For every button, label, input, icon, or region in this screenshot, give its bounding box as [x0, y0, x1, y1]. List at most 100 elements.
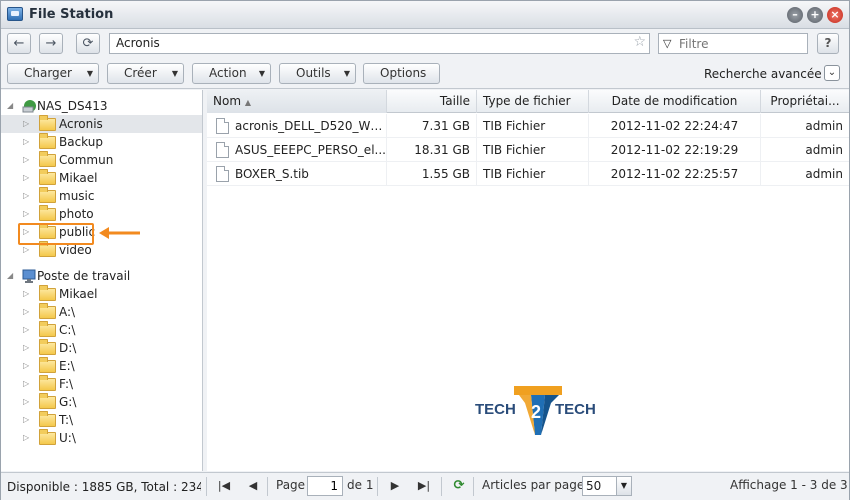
tree-drive-c[interactable]: ▷ C:\	[23, 321, 193, 339]
column-header-size[interactable]: Taille	[387, 90, 477, 113]
folder-icon	[39, 303, 56, 319]
expand-triangle-icon[interactable]: ▷	[23, 375, 33, 393]
path-text: Acronis	[116, 36, 160, 50]
tree-folder-label: G:\	[59, 395, 77, 409]
toolbar: Charger ▼ Créer ▼ Action ▼ Outils ▼ Opti…	[1, 59, 849, 89]
advanced-search-link[interactable]: Recherche avancée	[704, 67, 822, 81]
folder-icon	[39, 393, 56, 409]
expand-triangle-icon[interactable]: ▷	[23, 285, 33, 303]
expand-triangle-icon[interactable]: ▷	[23, 357, 33, 375]
folder-icon	[39, 411, 56, 427]
refresh-button[interactable]: ⟳	[76, 33, 100, 54]
expand-triangle-icon[interactable]: ▷	[23, 115, 33, 133]
collapse-triangle-icon[interactable]: ◢	[7, 267, 17, 285]
previous-page-icon[interactable]: ◀	[244, 477, 262, 495]
tree-folder-label: T:\	[59, 413, 74, 427]
chevron-down-icon: ▼	[86, 69, 93, 78]
last-page-icon[interactable]: ▶|	[415, 477, 433, 495]
tree-root-workstation[interactable]: ◢ Poste de travail	[7, 267, 197, 285]
window-title: File Station	[29, 7, 114, 22]
table-row[interactable]: ASUS_EEEPC_PERSO_el... 18.31 GB TIB Fichie…	[207, 138, 849, 162]
tree-folder-photo[interactable]: ▷ photo	[23, 205, 193, 223]
minimize-button[interactable]: –	[787, 7, 803, 23]
cell-type: TIB Fichier	[477, 114, 589, 138]
tree-folder-label: E:\	[59, 359, 75, 373]
tree-drive-e[interactable]: ▷ E:\	[23, 357, 193, 375]
file-station-app-icon	[7, 7, 23, 21]
tools-button[interactable]: Outils ▼	[279, 63, 356, 84]
action-button[interactable]: Action ▼	[192, 63, 271, 84]
first-page-icon[interactable]: |◀	[215, 477, 233, 495]
file-icon	[216, 166, 229, 182]
back-button[interactable]: ←	[7, 33, 31, 54]
create-button[interactable]: Créer ▼	[107, 63, 184, 84]
status-divider	[441, 477, 442, 496]
tree-folder-backup[interactable]: ▷ Backup	[23, 133, 193, 151]
expand-triangle-icon[interactable]: ▷	[23, 133, 33, 151]
folder-icon	[39, 429, 56, 445]
table-row[interactable]: acronis_DELL_D520_W7... 7.31 GB TIB Fichie…	[207, 114, 849, 138]
tree-folder-mikael[interactable]: ▷ Mikael	[23, 169, 193, 187]
expand-triangle-icon[interactable]: ▷	[23, 205, 33, 223]
tree-drive-u[interactable]: ▷ U:\	[23, 429, 193, 447]
cell-type: TIB Fichier	[477, 162, 589, 186]
folder-icon	[39, 339, 56, 355]
expand-triangle-icon[interactable]: ▷	[23, 339, 33, 357]
column-header-owner[interactable]: Propriétai...	[761, 90, 849, 113]
table-row[interactable]: BOXER_S.tib 1.55 GB TIB Fichier 2012-11-02 …	[207, 162, 849, 186]
tree-folder-music[interactable]: ▷ music	[23, 187, 193, 205]
folder-icon	[39, 151, 56, 167]
folder-tree: ◢ NAS_DS413 ▷ Acronis ▷ Backup ▷ Commun ▷ Mikae…	[1, 90, 203, 471]
filter-input[interactable]	[677, 36, 803, 52]
tree-drive-mikael[interactable]: ▷ Mikael	[23, 285, 193, 303]
file-list: Nom ▲ Taille Type de fichier Date de mod…	[207, 90, 849, 471]
help-button[interactable]: ?	[817, 33, 839, 54]
path-field[interactable]: Acronis ☆	[109, 33, 650, 54]
upload-button[interactable]: Charger ▼	[7, 63, 99, 84]
close-button[interactable]: ×	[827, 7, 843, 23]
expand-triangle-icon[interactable]: ▷	[23, 187, 33, 205]
column-header-name[interactable]: Nom ▲	[207, 90, 387, 113]
favorite-star-icon[interactable]: ☆	[633, 34, 646, 50]
page-number-input[interactable]	[307, 476, 343, 496]
per-page-select[interactable]: 50 ▼	[582, 476, 632, 496]
status-divider	[206, 477, 207, 496]
expand-triangle-icon[interactable]: ▷	[23, 321, 33, 339]
cell-date: 2012-11-02 22:25:57	[589, 162, 761, 186]
expand-triangle-icon[interactable]: ▷	[23, 303, 33, 321]
logo-text-left: TECH	[475, 401, 516, 418]
maximize-button[interactable]: +	[807, 7, 823, 23]
expand-triangle-icon[interactable]: ▷	[23, 411, 33, 429]
cell-size: 18.31 GB	[387, 138, 477, 162]
logo-text-mid: 2	[531, 402, 541, 422]
expand-triangle-icon[interactable]: ▷	[23, 151, 33, 169]
forward-button[interactable]: →	[39, 33, 63, 54]
column-header-type[interactable]: Type de fichier	[477, 90, 589, 113]
tree-drive-g[interactable]: ▷ G:\	[23, 393, 193, 411]
options-button[interactable]: Options	[363, 63, 440, 84]
expand-triangle-icon[interactable]: ▷	[23, 393, 33, 411]
expand-double-chevron-icon[interactable]: ⌄	[824, 65, 840, 81]
reload-icon[interactable]: ⟳	[450, 477, 468, 495]
tree-folder-acronis[interactable]: ▷ Acronis	[23, 115, 193, 133]
tree-drive-f[interactable]: ▷ F:\	[23, 375, 193, 393]
tree-drive-t[interactable]: ▷ T:\	[23, 411, 193, 429]
collapse-triangle-icon[interactable]: ◢	[7, 97, 17, 115]
tree-root-workstation-label: Poste de travail	[37, 269, 131, 283]
tree-folder-label: F:\	[59, 377, 74, 391]
tree-drive-d[interactable]: ▷ D:\	[23, 339, 193, 357]
cell-name: acronis_DELL_D520_W7...	[235, 114, 387, 138]
tree-root-nas[interactable]: ◢ NAS_DS413	[7, 97, 197, 115]
tree-folder-commun[interactable]: ▷ Commun	[23, 151, 193, 169]
column-header-date[interactable]: Date de modification	[589, 90, 761, 113]
tree-drive-a[interactable]: ▷ A:\	[23, 303, 193, 321]
next-page-icon[interactable]: ▶	[386, 477, 404, 495]
chevron-down-icon: ▼	[171, 69, 178, 78]
expand-triangle-icon[interactable]: ▷	[23, 169, 33, 187]
status-divider	[473, 477, 474, 496]
filter-field[interactable]: ▽	[658, 33, 808, 54]
nas-server-icon	[22, 100, 36, 113]
status-divider	[377, 477, 378, 496]
cell-name: ASUS_EEEPC_PERSO_el...	[235, 138, 387, 162]
expand-triangle-icon[interactable]: ▷	[23, 429, 33, 447]
